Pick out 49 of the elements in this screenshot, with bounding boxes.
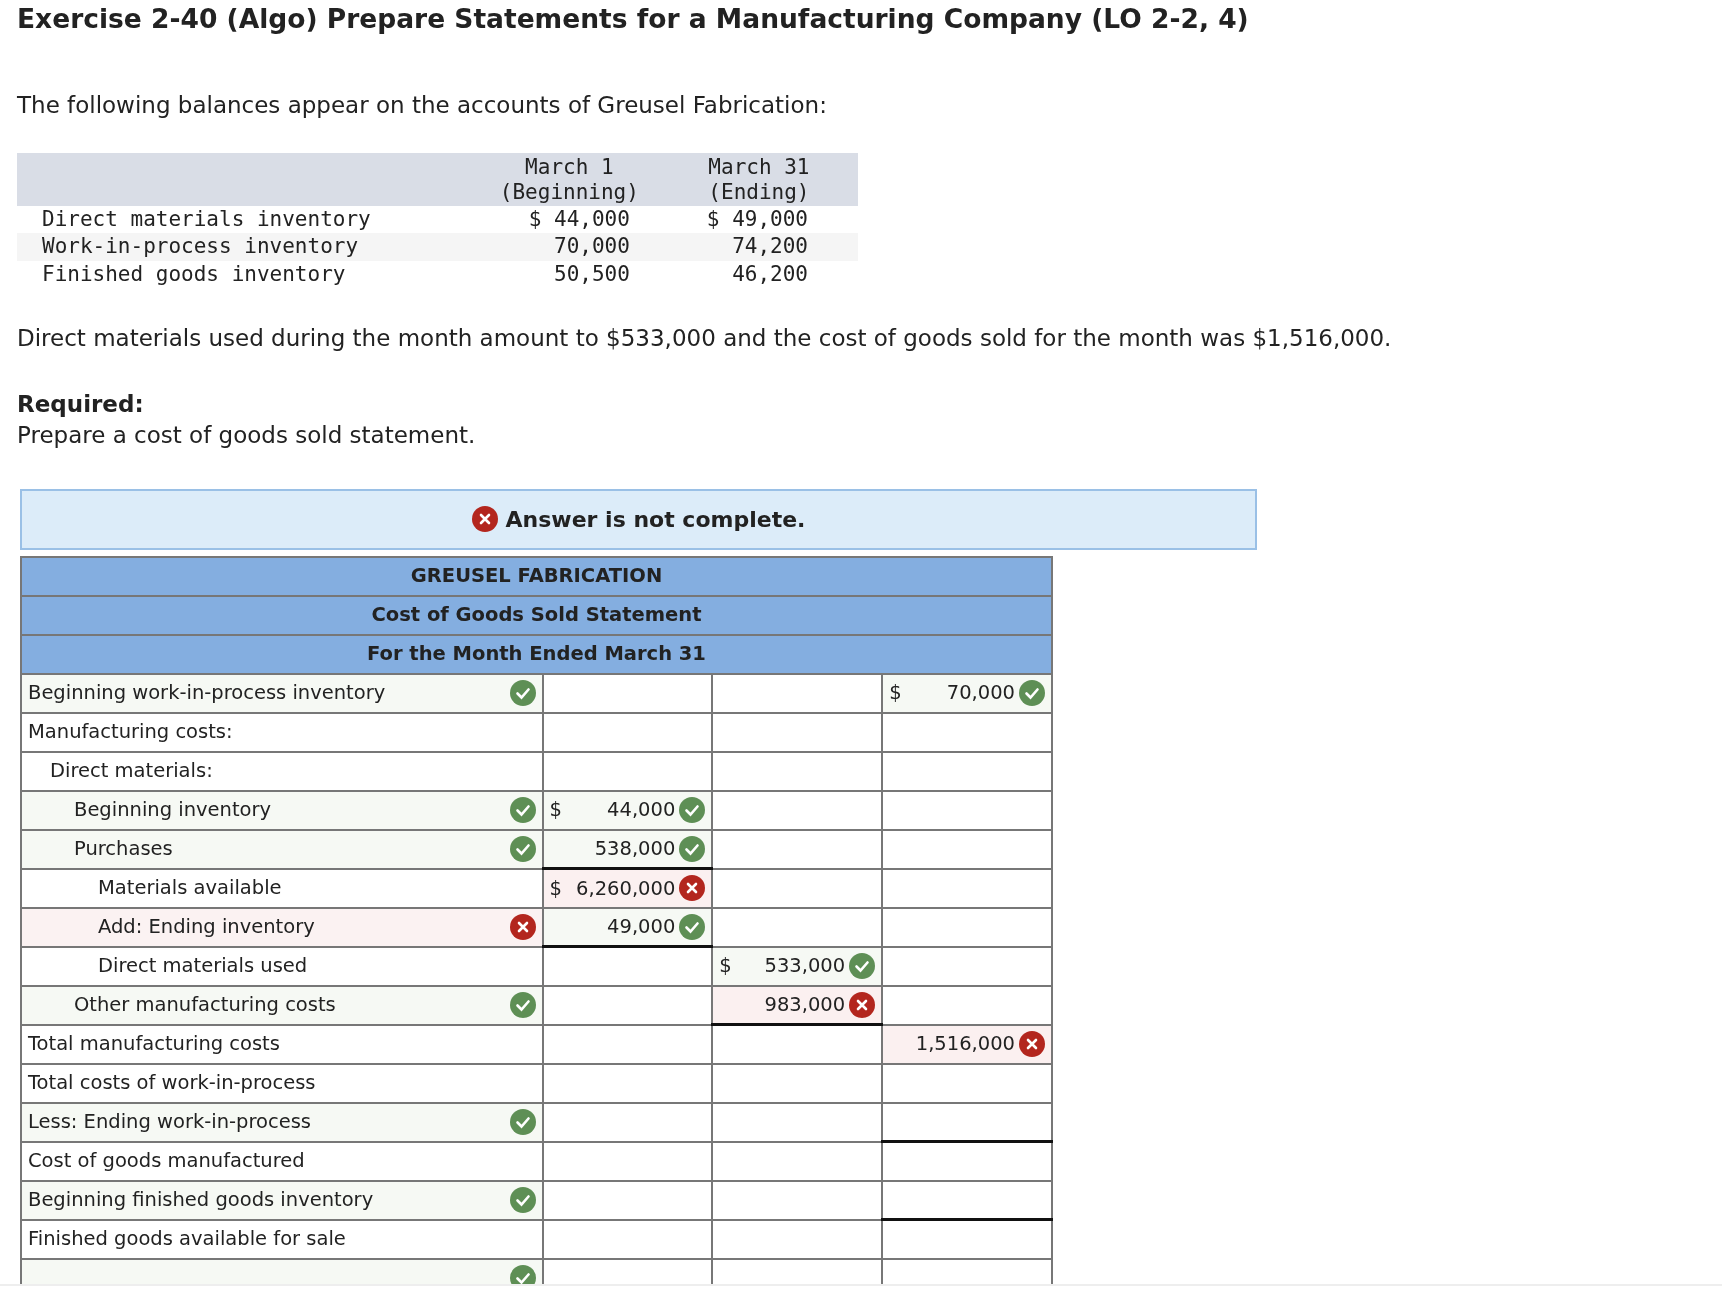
account-name: Direct materials inventory: [42, 206, 371, 231]
balance-value: 74,200: [732, 234, 808, 258]
line-item-label: Direct materials:: [49, 758, 213, 785]
line-item-label: Beginning inventory: [73, 797, 272, 824]
amount-value: 49,000: [607, 914, 676, 941]
intro-text: The following balances appear on the accounts of Greusel Fabrication:: [17, 91, 828, 120]
line-item-label: Other manufacturing costs: [73, 992, 336, 1019]
statement-heading: Cost of Goods Sold Statement: [21, 595, 1052, 635]
line-item-label: Purchases: [73, 836, 173, 863]
dollar-sign: $: [719, 953, 732, 980]
line-item-label: Less: Ending work-in-process: [28, 1109, 311, 1136]
line-item-label: Total manufacturing costs: [28, 1031, 280, 1058]
amount-value: 70,000: [946, 680, 1015, 707]
line-item-label: Direct materials used: [97, 953, 308, 980]
line-item-label: Add: Ending inventory: [97, 914, 315, 941]
dollar-sign: $: [549, 875, 562, 902]
line-item-label: Finished goods available for sale: [28, 1226, 346, 1253]
dollar-sign: $: [889, 680, 902, 707]
line-item-label: Cost of goods manufactured: [28, 1148, 305, 1175]
amount-value: 533,000: [764, 953, 846, 980]
amount-value: 44,000: [607, 797, 676, 824]
balance-value: 46,200: [732, 261, 808, 286]
balance-value: 50,500: [554, 261, 630, 286]
statement-heading: For the Month Ended March 31: [21, 634, 1052, 674]
amount-value: 6,260,000: [576, 875, 676, 902]
statement-heading: GREUSEL FABRICATION: [21, 556, 1052, 596]
exercise-title: Exercise 2-40 (Algo) Prepare Statements for a Manufacturing Company (LO 2-2, 4): [17, 2, 1250, 36]
column-heading: March 31: [707, 154, 811, 180]
column-heading: (Beginning): [498, 180, 640, 206]
amount-value: 538,000: [594, 836, 676, 863]
account-name: Finished goods inventory: [42, 261, 346, 286]
line-item-label: Total costs of work-in-process: [28, 1070, 316, 1097]
column-heading: (Ending): [707, 180, 811, 206]
required-label: Required:: [17, 389, 145, 419]
balance-value: $ 44,000: [528, 206, 630, 231]
amount-value: 1,516,000: [915, 1031, 1015, 1058]
dollar-sign: $: [549, 797, 562, 824]
amount-value: 983,000: [764, 992, 846, 1019]
problem-text: Direct materials used during the month amount to $533,000 and the cost of goods sold for the month was $1,516,000.: [17, 324, 1393, 353]
required-text: Prepare a cost of goods sold statement.: [17, 420, 477, 450]
line-item-label: Materials available: [97, 875, 282, 902]
feedback-message: Answer is not complete.: [505, 505, 806, 534]
column-heading: March 1: [524, 154, 615, 180]
line-item-label: Manufacturing costs:: [28, 719, 233, 746]
balance-value: $ 49,000: [706, 206, 808, 231]
account-name: Work-in-process inventory: [42, 234, 359, 258]
balance-value: 70,000: [554, 234, 630, 258]
line-item-label: Beginning finished goods inventory: [28, 1187, 374, 1214]
line-item-label: Beginning work-in-process inventory: [28, 680, 386, 707]
